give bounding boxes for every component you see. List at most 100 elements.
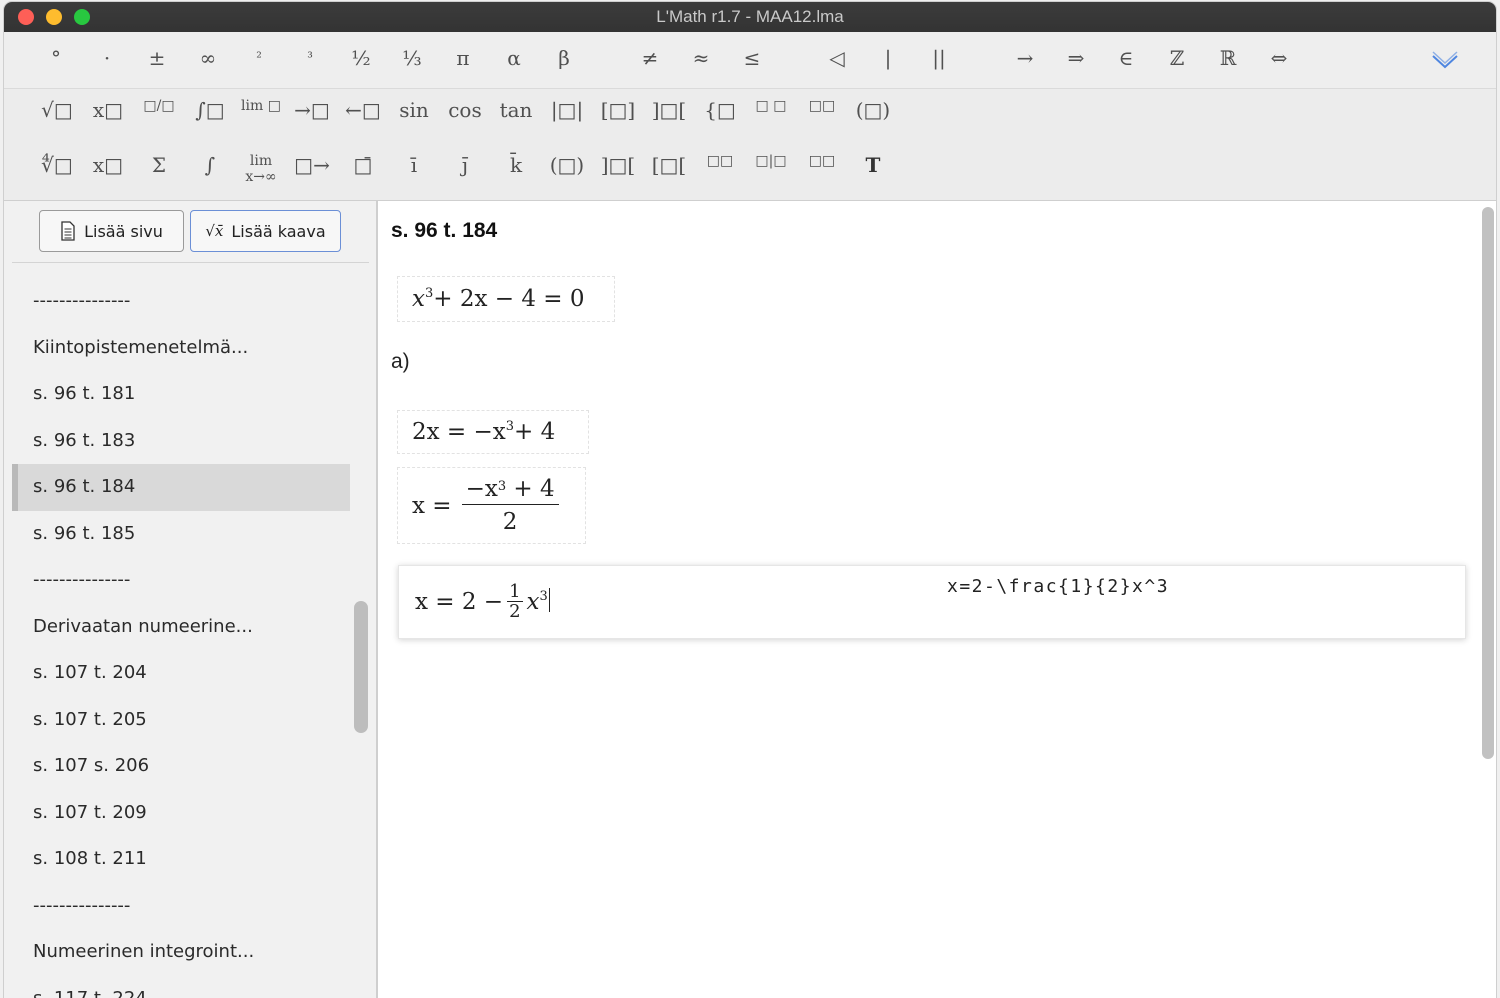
parentheses-template-button[interactable]: (□) — [545, 153, 589, 177]
list-item-page[interactable]: s. 117 t. 224 — [12, 976, 350, 998]
sub-sup-template-button[interactable]: □□ — [800, 98, 844, 114]
limit-template-button[interactable]: lim □ — [239, 98, 283, 114]
squared-symbol-button[interactable]: ² — [239, 50, 279, 66]
alpha-symbol-button[interactable]: α — [494, 46, 534, 70]
right-open-interval-button[interactable]: [□[ — [647, 153, 691, 177]
infinity-symbol-button[interactable]: ∞ — [188, 46, 228, 70]
list-item-page[interactable]: s. 108 t. 211 — [12, 836, 350, 883]
list-item-page[interactable]: s. 107 t. 204 — [12, 650, 350, 697]
less-equal-symbol-button[interactable]: ≤ — [732, 46, 772, 70]
sidebar: Lisää sivu √x̄ Lisää kaava -------------… — [4, 201, 378, 998]
eq1-var: x — [412, 286, 425, 312]
beta-symbol-button[interactable]: β — [544, 46, 584, 70]
triangle-symbol-button[interactable]: ◁ — [817, 46, 857, 70]
parallel-symbol-button[interactable]: || — [919, 46, 959, 70]
formula-block[interactable]: x3 + 2x − 4 = 0 — [397, 276, 615, 322]
list-item-page[interactable]: s. 96 t. 185 — [12, 511, 350, 558]
sidebar-scrollbar[interactable] — [354, 601, 368, 733]
plus-minus-symbol-button[interactable]: ± — [137, 46, 177, 70]
abs-template-button[interactable]: |□| — [545, 98, 589, 122]
eq3-num-var: −x — [465, 476, 498, 502]
add-formula-button[interactable]: √x̄ Lisää kaava — [190, 210, 341, 252]
stacked-template-button[interactable]: □□ — [800, 153, 844, 169]
list-item-separator[interactable]: --------------- — [12, 278, 350, 325]
formula-editor[interactable]: x = 2 − 1 2 x3 x=2-\frac{1}{2}x^3 — [398, 565, 1466, 639]
edit-fraction: 1 2 — [507, 582, 523, 622]
add-page-label: Lisää sivu — [84, 221, 163, 241]
document-icon — [61, 221, 75, 241]
limit-infinity-template-button[interactable]: lim x→∞ — [239, 153, 283, 185]
subscript-template-button[interactable]: x□ — [86, 153, 130, 177]
eq2-left: 2x = −x — [412, 419, 506, 445]
bar-symbol-button[interactable]: | — [868, 46, 908, 70]
left-open-interval-button[interactable]: ]□[ — [596, 153, 640, 177]
symbol-row-1: ° · ± ∞ ² ³ ½ ⅓ π α β ≠ ≈ ≤ ◁ | || → ⇒ ∈… — [4, 32, 1496, 89]
brackets-template-button[interactable]: [□] — [596, 98, 640, 122]
add-formula-label: Lisää kaava — [231, 221, 326, 241]
column-template-button[interactable]: □|□ — [749, 153, 793, 169]
i-unit-vector-button[interactable]: ī — [392, 153, 436, 177]
equivalence-symbol-button[interactable]: ⇔ — [1259, 46, 1299, 70]
arrow-right-symbol-button[interactable]: → — [1005, 46, 1045, 70]
formula-editor-preview[interactable]: x = 2 − 1 2 x3 — [415, 576, 551, 628]
sqrt-template-button[interactable]: √□ — [35, 98, 79, 122]
eq2-rest: + 4 — [514, 419, 556, 445]
cos-button[interactable]: cos — [443, 98, 487, 122]
tan-button[interactable]: tan — [494, 98, 538, 122]
list-item-section[interactable]: Numeerinen integroint... — [12, 929, 350, 976]
edit-lhs: x = 2 − — [415, 589, 504, 615]
third-symbol-button[interactable]: ⅓ — [392, 46, 432, 70]
matrix-template-button[interactable]: □ □ — [749, 98, 793, 114]
block-template-button[interactable]: □□ — [698, 153, 742, 169]
list-item-separator[interactable]: --------------- — [12, 557, 350, 604]
k-unit-vector-button[interactable]: k̄ — [494, 153, 538, 177]
integers-symbol-button[interactable]: ℤ — [1157, 46, 1197, 70]
page-title: s. 96 t. 184 — [391, 219, 498, 242]
cases-template-button[interactable]: {□ — [698, 98, 742, 122]
list-item-page[interactable]: s. 96 t. 183 — [12, 418, 350, 465]
not-equal-symbol-button[interactable]: ≠ — [630, 46, 670, 70]
list-item-page[interactable]: s. 107 t. 209 — [12, 790, 350, 837]
open-interval-template-button[interactable]: ]□[ — [647, 98, 691, 122]
vector-right-template-button[interactable]: →□ — [290, 98, 334, 122]
dot-symbol-button[interactable]: · — [87, 46, 127, 70]
nth-root-template-button[interactable]: ∜□ — [35, 153, 79, 177]
overline-template-button[interactable]: □̄ — [341, 153, 385, 177]
integral-template-button[interactable]: ∫□ — [188, 98, 232, 122]
cubed-symbol-button[interactable]: ³ — [290, 50, 330, 66]
power-template-button[interactable]: x□ — [86, 98, 130, 122]
implies-symbol-button[interactable]: ⇒ — [1056, 46, 1096, 70]
definite-integral-template-button[interactable]: ∫ — [188, 153, 232, 177]
list-item-section[interactable]: Kiintopistemenetelmä... — [12, 325, 350, 372]
list-item-page[interactable]: s. 107 s. 206 — [12, 743, 350, 790]
half-symbol-button[interactable]: ½ — [341, 46, 381, 70]
document-scrollbar[interactable] — [1482, 207, 1494, 759]
pi-symbol-button[interactable]: π — [443, 46, 483, 70]
degree-symbol-button[interactable]: ° — [36, 46, 76, 70]
formula-block[interactable]: 2x = −x 3 + 4 — [397, 410, 589, 454]
app-window: L'Math r1.7 - MAA12.lma ° · ± ∞ ² ³ ½ ⅓ … — [4, 2, 1496, 998]
reals-symbol-button[interactable]: ℝ — [1208, 46, 1248, 70]
list-item-separator[interactable]: --------------- — [12, 883, 350, 930]
list-item-page-selected[interactable]: s. 96 t. 184 — [12, 464, 350, 511]
eq3-num-rest: + 4 — [506, 476, 555, 502]
chevron-down-icon[interactable] — [1430, 50, 1460, 72]
list-item-section[interactable]: Derivaatan numeerine... — [12, 604, 350, 651]
add-page-button[interactable]: Lisää sivu — [39, 210, 184, 252]
fraction-template-button[interactable]: □/□ — [137, 98, 181, 114]
element-of-symbol-button[interactable]: ∈ — [1106, 46, 1146, 70]
text-mode-button[interactable]: T — [851, 153, 895, 177]
j-unit-vector-button[interactable]: j̄ — [443, 153, 487, 177]
symbol-toolbar: ° · ± ∞ ² ³ ½ ⅓ π α β ≠ ≈ ≤ ◁ | || → ⇒ ∈… — [4, 32, 1496, 201]
list-item-page[interactable]: s. 96 t. 181 — [12, 371, 350, 418]
edit-tail-var: x — [526, 589, 540, 615]
sum-template-button[interactable]: Σ — [137, 153, 181, 177]
arrow-under-template-button[interactable]: □→ — [290, 153, 334, 177]
formula-block[interactable]: x = −x3 + 4 2 — [397, 467, 586, 544]
binomial-template-button[interactable]: (□) — [851, 98, 895, 122]
sin-button[interactable]: sin — [392, 98, 436, 122]
vector-left-template-button[interactable]: ←□ — [341, 98, 385, 122]
list-item-page[interactable]: s. 107 t. 205 — [12, 697, 350, 744]
latex-source-input[interactable]: x=2-\frac{1}{2}x^3 — [947, 576, 1169, 597]
approx-symbol-button[interactable]: ≈ — [681, 46, 721, 70]
